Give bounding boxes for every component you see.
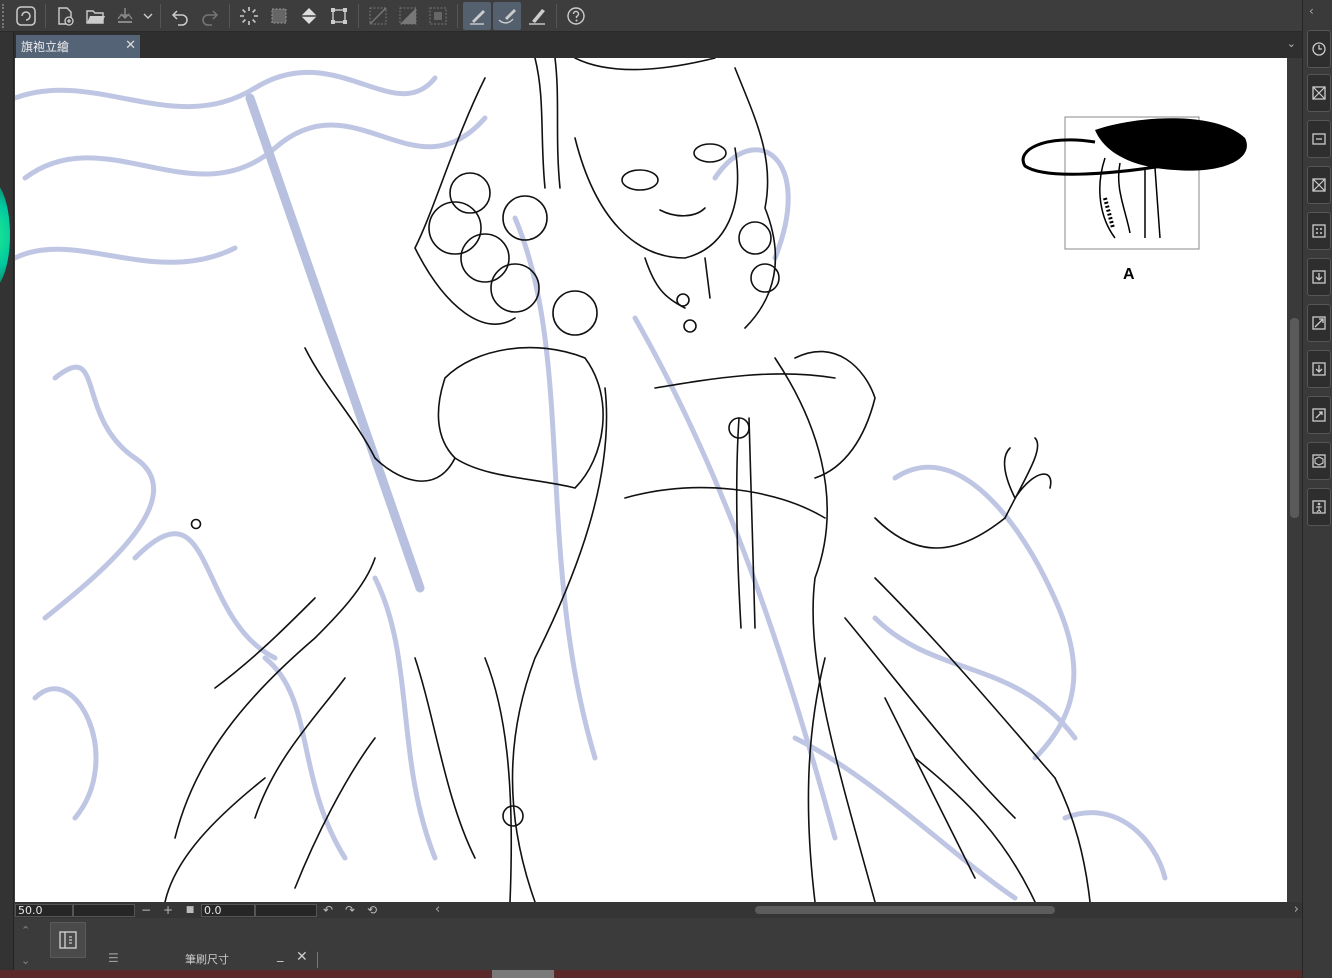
document-tab-label: 旗袍立繪	[21, 40, 70, 54]
help-icon[interactable]	[562, 2, 590, 30]
tone-icon[interactable]	[1307, 212, 1331, 250]
navigator-icon[interactable]	[1307, 30, 1331, 68]
clear-outside-icon[interactable]	[364, 2, 392, 30]
command-bar	[0, 0, 1302, 32]
rotation-slider[interactable]	[255, 903, 317, 917]
left-dock-strip[interactable]	[0, 32, 14, 978]
zoom-out-button[interactable]: −	[135, 903, 157, 917]
brush-size-panel: ⌃ ⌄ ☰ 筆刷尺寸 _ ✕	[15, 918, 1302, 978]
taskbar-highlight	[492, 970, 554, 978]
clip-studio-window: 旗袍立繪 ✕ ⌄ A 50.0 − + ■ 0.0 ↶ ↷ ⟲ ‹ › ‹ ⌃ …	[0, 0, 1332, 978]
rotate-left-button[interactable]: ↶	[317, 903, 339, 917]
reference-thumbnail	[1021, 116, 1247, 250]
rotation-field[interactable]: 0.0	[201, 903, 255, 917]
taskbar-strip	[0, 970, 1302, 978]
zoom-slider[interactable]	[73, 903, 135, 917]
toolbar-separator	[457, 3, 458, 28]
pose-figure-icon[interactable]	[1307, 488, 1331, 526]
scroll-left-icon[interactable]: ‹	[435, 902, 440, 917]
3d-object-icon[interactable]	[1307, 442, 1331, 480]
app-logo-icon[interactable]	[12, 2, 40, 30]
close-panel-button[interactable]: ✕	[296, 949, 308, 965]
thumbnail-badge: A	[1123, 266, 1135, 283]
layer-icon[interactable]	[1307, 166, 1331, 204]
open-folder-icon[interactable]	[81, 2, 109, 30]
close-tab-icon[interactable]: ✕	[125, 38, 136, 53]
zoom-stop-button[interactable]: ■	[179, 905, 201, 915]
transform-icon[interactable]	[325, 2, 353, 30]
dropdown-arrow-icon[interactable]	[141, 2, 155, 30]
chevron-down-icon[interactable]: ⌄	[1287, 37, 1296, 50]
export-icon[interactable]	[1307, 304, 1331, 342]
color-wheel[interactable]	[0, 180, 10, 290]
fill-selection-icon[interactable]	[394, 2, 422, 30]
loading-spinner-icon[interactable]	[235, 2, 263, 30]
drawing-canvas[interactable]: A	[15, 58, 1287, 902]
collapse-dock-icon[interactable]: ‹	[1309, 4, 1314, 18]
new-file-icon[interactable]	[51, 2, 79, 30]
right-icon-dock: ‹	[1302, 0, 1332, 978]
reset-rotation-button[interactable]: ⟲	[361, 903, 383, 917]
navigator-bar: 50.0 − + ■ 0.0 ↶ ↷ ⟲ ‹ ›	[15, 902, 1302, 918]
rotate-right-button[interactable]: ↷	[339, 903, 361, 917]
panel-title: 筆刷尺寸	[185, 953, 229, 966]
horizontal-scrollbar[interactable]: ‹ ›	[435, 902, 1301, 917]
share-icon[interactable]	[1307, 396, 1331, 434]
toolbar-grip[interactable]	[2, 3, 8, 28]
layer-property-icon[interactable]	[1307, 74, 1331, 112]
material-icon[interactable]	[1307, 120, 1331, 158]
lineart-layer	[164, 58, 1091, 902]
brush-tool-icon[interactable]	[493, 1, 521, 30]
toolbar-separator	[160, 3, 161, 28]
panel-menu-icon[interactable]: ☰	[108, 951, 119, 965]
fill-icon[interactable]	[295, 2, 323, 30]
scroll-right-icon[interactable]: ›	[1294, 902, 1299, 917]
zoom-field[interactable]: 50.0	[15, 903, 73, 917]
save-icon[interactable]	[111, 2, 139, 30]
panel-grip[interactable]: ⌃ ⌄	[15, 920, 37, 976]
document-tab-bar: 旗袍立繪 ✕ ⌄	[14, 32, 1302, 58]
download-icon[interactable]	[1307, 350, 1331, 388]
toolbar-separator	[556, 3, 557, 28]
toolbar-separator	[45, 3, 46, 28]
zoom-in-button[interactable]: +	[157, 903, 179, 917]
toolbar-separator	[229, 3, 230, 28]
vertical-scrollbar[interactable]	[1287, 58, 1302, 902]
redo-icon[interactable]	[196, 2, 224, 30]
selection-icon[interactable]	[265, 2, 293, 30]
panel-divider	[317, 952, 318, 968]
panel-layout-button[interactable]	[50, 922, 86, 958]
sketch-layer	[15, 69, 1168, 901]
minimize-panel-button[interactable]: _	[277, 948, 284, 963]
deselect-icon[interactable]	[424, 2, 452, 30]
pen-tool-icon[interactable]	[463, 1, 491, 30]
vertical-scroll-thumb[interactable]	[1290, 318, 1299, 518]
horizontal-scroll-thumb[interactable]	[755, 906, 1055, 914]
staff-sketch	[245, 93, 425, 593]
import-icon[interactable]	[1307, 258, 1331, 296]
toolbar-separator	[358, 3, 359, 28]
eraser-tool-icon[interactable]	[523, 2, 551, 30]
document-tab[interactable]: 旗袍立繪 ✕	[16, 35, 140, 58]
undo-icon[interactable]	[166, 2, 194, 30]
